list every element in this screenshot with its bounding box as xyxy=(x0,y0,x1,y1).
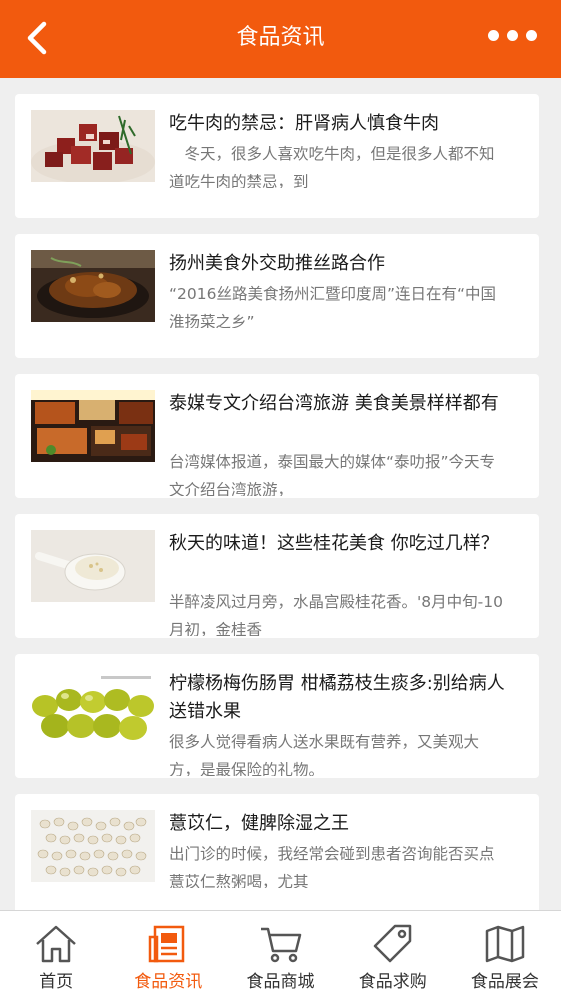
article-card[interactable]: 扬州美食外交助推丝路合作 “2016丝路美食扬州汇暨印度周”连日在有“中国淮扬菜… xyxy=(15,234,539,358)
tab-mall[interactable]: 食品商城 xyxy=(224,911,336,999)
article-card[interactable]: 吃牛肉的禁忌：肝肾病人慎食牛肉 冬天，很多人喜欢吃牛肉，但是很多人都不知道吃牛肉… xyxy=(15,94,539,218)
food-stall-image xyxy=(31,390,155,462)
tab-label: 食品资讯 xyxy=(134,972,203,992)
article-summary: 半醉凌风过月旁，水晶宫殿桂花香。'8月中旬-10月初，金桂香 xyxy=(169,593,503,636)
tab-expo[interactable]: 食品展会 xyxy=(449,911,561,999)
coix-seeds-image xyxy=(31,810,155,882)
article-summary: 冬天，很多人喜欢吃牛肉，但是很多人都不知道吃牛肉的禁忌，到 xyxy=(169,145,495,188)
article-title: 柠檬杨梅伤肠胃 柑橘荔枝生痰多:别给病人送错水果 xyxy=(169,673,505,722)
news-icon xyxy=(149,925,185,963)
article-title: 扬州美食外交助推丝路合作 xyxy=(169,253,385,274)
osmanthus-spoon-image xyxy=(31,530,155,602)
top-nav-bar: 食品资讯 xyxy=(0,0,561,78)
green-fruits-image xyxy=(31,670,155,742)
home-icon xyxy=(36,925,76,963)
tab-label: 食品商城 xyxy=(246,972,315,992)
article-title: 泰媒专文介绍台湾旅游 美食美景样样都有 xyxy=(169,393,499,414)
article-summary: 出门诊的时候，我经常会碰到患者咨询能否买点薏苡仁熬粥喝，尤其 xyxy=(169,845,495,888)
tab-home[interactable]: 首页 xyxy=(0,911,112,999)
tab-purchase[interactable]: 食品求购 xyxy=(337,911,449,999)
article-title: 吃牛肉的禁忌：肝肾病人慎食牛肉 xyxy=(169,113,439,134)
more-dots-icon[interactable] xyxy=(488,30,537,41)
article-summary: “2016丝路美食扬州汇暨印度周”连日在有“中国淮扬菜之乡” xyxy=(169,285,497,328)
tab-label: 首页 xyxy=(39,972,74,992)
tab-label: 食品求购 xyxy=(358,972,427,992)
article-card[interactable]: 薏苡仁，健脾除湿之王 出门诊的时候，我经常会碰到患者咨询能否买点薏苡仁熬粥喝，尤… xyxy=(15,794,539,910)
article-list: 吃牛肉的禁忌：肝肾病人慎食牛肉 冬天，很多人喜欢吃牛肉，但是很多人都不知道吃牛肉… xyxy=(0,78,561,910)
braised-pork-dish-image xyxy=(31,250,155,322)
tab-label: 食品展会 xyxy=(470,972,539,992)
article-card[interactable]: 柠檬杨梅伤肠胃 柑橘荔枝生痰多:别给病人送错水果 很多人觉得看病人送水果既有营养… xyxy=(15,654,539,778)
article-card[interactable]: 泰媒专文介绍台湾旅游 美食美景样样都有 台湾媒体报道，泰国最大的媒体“泰叻报”今… xyxy=(15,374,539,498)
tag-icon xyxy=(373,924,411,963)
cart-icon xyxy=(260,927,301,963)
article-title: 秋天的味道！这些桂花美食 你吃过几样？ xyxy=(169,533,499,554)
map-icon xyxy=(485,925,525,963)
bottom-tab-bar: 首页 食品资讯 食品商城 食品求购 食品展会 xyxy=(0,910,561,999)
tab-news[interactable]: 食品资讯 xyxy=(112,911,224,999)
page-title: 食品资讯 xyxy=(236,25,325,50)
article-summary: 台湾媒体报道，泰国最大的媒体“泰叻报”今天专文介绍台湾旅游， xyxy=(169,453,496,496)
beef-cubes-image xyxy=(31,110,155,182)
article-card[interactable]: 秋天的味道！这些桂花美食 你吃过几样？ 半醉凌风过月旁，水晶宫殿桂花香。'8月中… xyxy=(15,514,539,638)
article-summary: 很多人觉得看病人送水果既有营养，又美观大方，是最保险的礼物。 xyxy=(169,733,480,776)
article-title: 薏苡仁，健脾除湿之王 xyxy=(169,813,349,834)
